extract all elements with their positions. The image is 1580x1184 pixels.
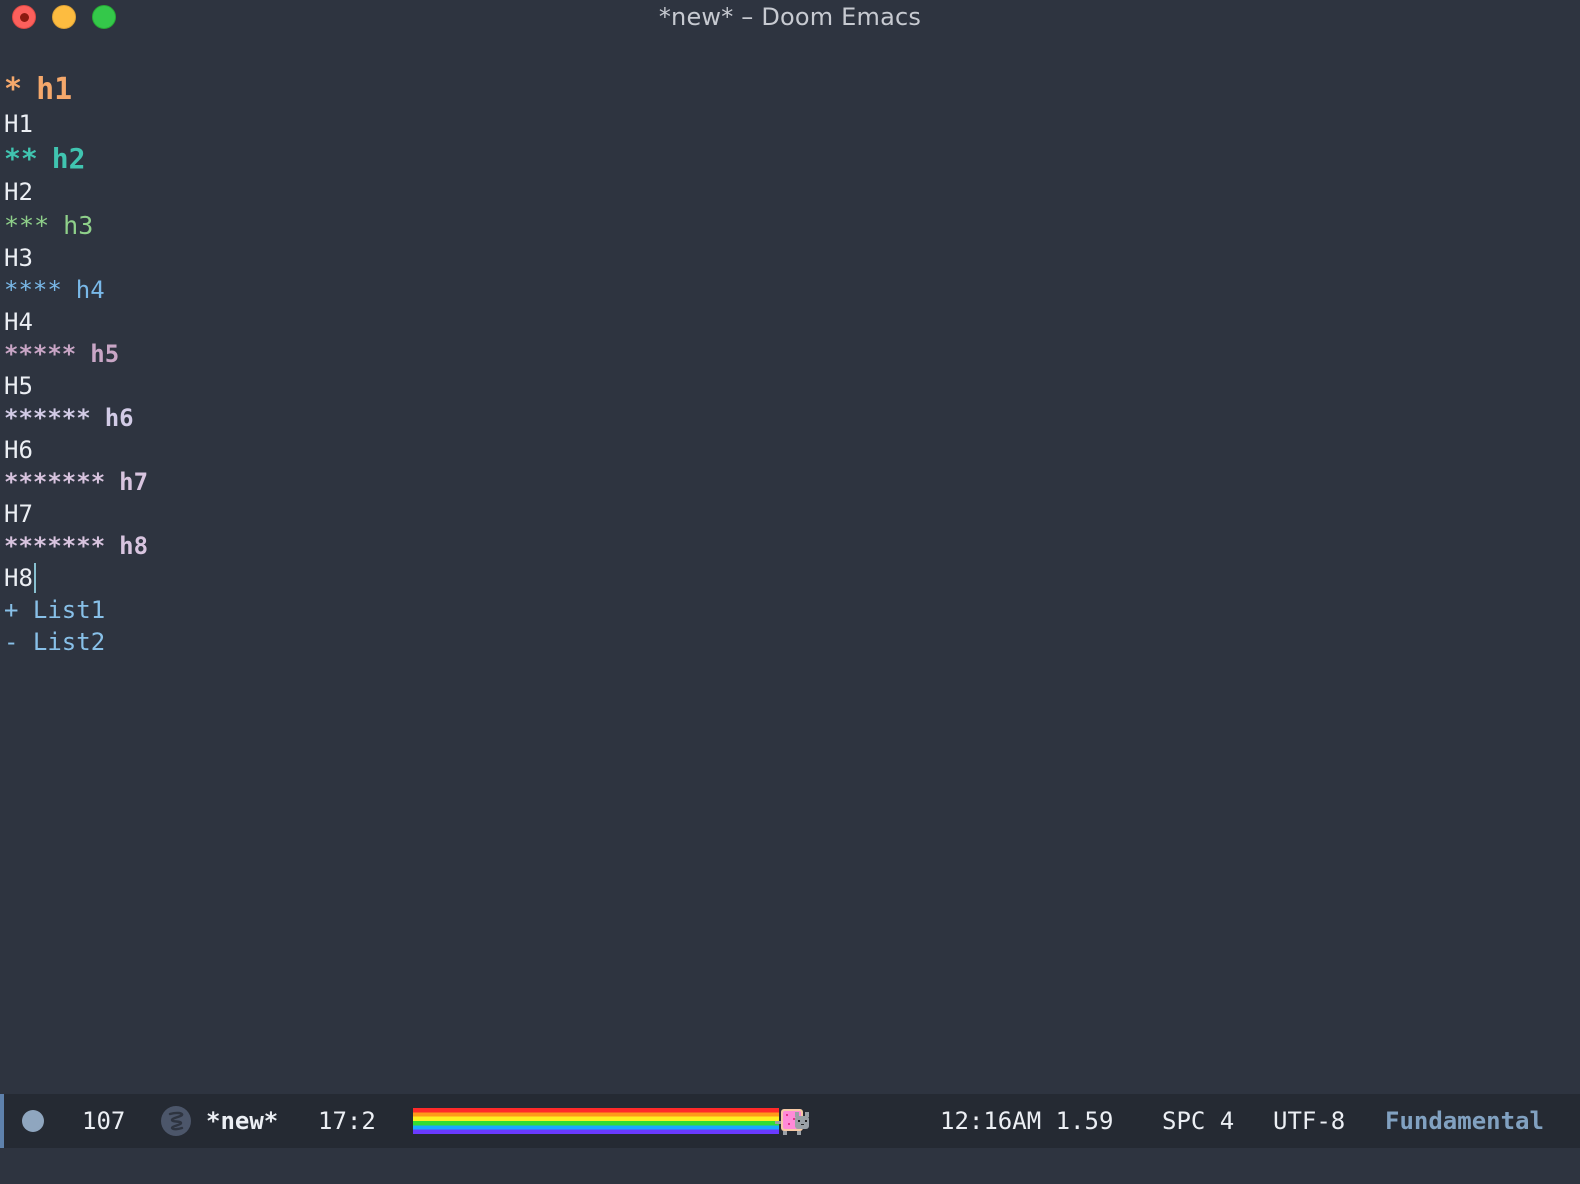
heading-text: h8 xyxy=(119,532,149,560)
list-item[interactable]: - List2 xyxy=(4,626,1580,658)
line-text: H5 xyxy=(4,372,33,400)
circle-icon xyxy=(22,1110,44,1132)
heading-stars: ** xyxy=(4,141,38,175)
heading-stars: **** xyxy=(4,276,62,304)
nyan-rainbow xyxy=(413,1108,779,1134)
org-heading-line[interactable]: ***** h5 xyxy=(4,338,1580,370)
org-heading-line[interactable]: *** h3 xyxy=(4,208,1580,242)
heading-text: h4 xyxy=(75,276,105,304)
text-line[interactable]: H2 xyxy=(4,176,1580,208)
line-text: H7 xyxy=(4,500,33,528)
list-bullet: + xyxy=(4,596,19,624)
emacs-logo-icon xyxy=(161,1106,191,1136)
file-encoding[interactable]: UTF-8 xyxy=(1273,1094,1345,1148)
heading-text: h6 xyxy=(104,404,134,432)
text-line[interactable]: H3 xyxy=(4,242,1580,274)
emacs-window: *new* – Doom Emacs * h1 H1 ** h2 H2 *** h3 … xyxy=(0,0,1580,1184)
nyan-cat-icon xyxy=(775,1109,809,1135)
echo-area[interactable] xyxy=(0,1148,1580,1184)
text-line[interactable]: H7 xyxy=(4,498,1580,530)
line-text: H1 xyxy=(4,110,33,138)
cursor-position: 17:2 xyxy=(318,1107,376,1135)
heading-stars: ******* xyxy=(4,468,106,496)
line-text: H4 xyxy=(4,308,33,336)
modeline-active-indicator xyxy=(0,1094,4,1148)
time-and-load: 12:16AM 1.59 xyxy=(940,1107,1114,1135)
indent-style[interactable]: SPC 4 xyxy=(1162,1094,1234,1148)
title-bar: *new* – Doom Emacs xyxy=(0,0,1580,36)
major-mode[interactable]: Fundamental xyxy=(1385,1094,1544,1148)
mode-line: 107 *new* 17:2 12:16AM 1.59 SPC 4 UTF-8 … xyxy=(0,1094,1580,1148)
org-heading-line[interactable]: ** h2 xyxy=(4,140,1580,176)
list-text: List2 xyxy=(32,628,106,656)
heading-stars: ****** xyxy=(4,404,91,432)
heading-stars: * xyxy=(4,71,23,107)
heading-text: h5 xyxy=(90,340,120,368)
org-heading-line[interactable]: **** h4 xyxy=(4,274,1580,306)
line-text: H6 xyxy=(4,436,33,464)
list-item[interactable]: + List1 xyxy=(4,594,1580,626)
heading-stars: *** xyxy=(4,210,50,240)
heading-stars: ******* xyxy=(4,532,106,560)
text-line[interactable]: H4 xyxy=(4,306,1580,338)
text-line[interactable]: H6 xyxy=(4,434,1580,466)
text-line[interactable]: H5 xyxy=(4,370,1580,402)
org-heading-line[interactable]: ******* h8 xyxy=(4,530,1580,562)
heading-stars: ***** xyxy=(4,340,77,368)
line-text: H3 xyxy=(4,244,33,272)
list-text: List1 xyxy=(32,596,106,624)
text-cursor xyxy=(33,563,36,593)
window-title: *new* – Doom Emacs xyxy=(658,3,922,31)
buffer-name[interactable]: *new* xyxy=(206,1094,278,1148)
heading-text: h1 xyxy=(36,71,73,107)
list-bullet: - xyxy=(4,628,19,656)
text-line[interactable]: H1 xyxy=(4,108,1580,140)
line-text: H2 xyxy=(4,178,33,206)
heading-text: h2 xyxy=(51,141,86,175)
text-line[interactable]: H8 xyxy=(4,562,1580,594)
editor-buffer[interactable]: * h1 H1 ** h2 H2 *** h3 H3 **** h4 H4 ***** h… xyxy=(0,70,1580,658)
heading-text: h7 xyxy=(119,468,149,496)
heading-text: h3 xyxy=(63,210,94,240)
org-heading-line[interactable]: ****** h6 xyxy=(4,402,1580,434)
scroll-indicator[interactable] xyxy=(413,1108,853,1135)
org-heading-line[interactable]: * h1 xyxy=(4,70,1580,108)
org-heading-line[interactable]: ******* h7 xyxy=(4,466,1580,498)
line-count: 107 xyxy=(82,1107,126,1135)
line-text: H8 xyxy=(4,564,33,592)
